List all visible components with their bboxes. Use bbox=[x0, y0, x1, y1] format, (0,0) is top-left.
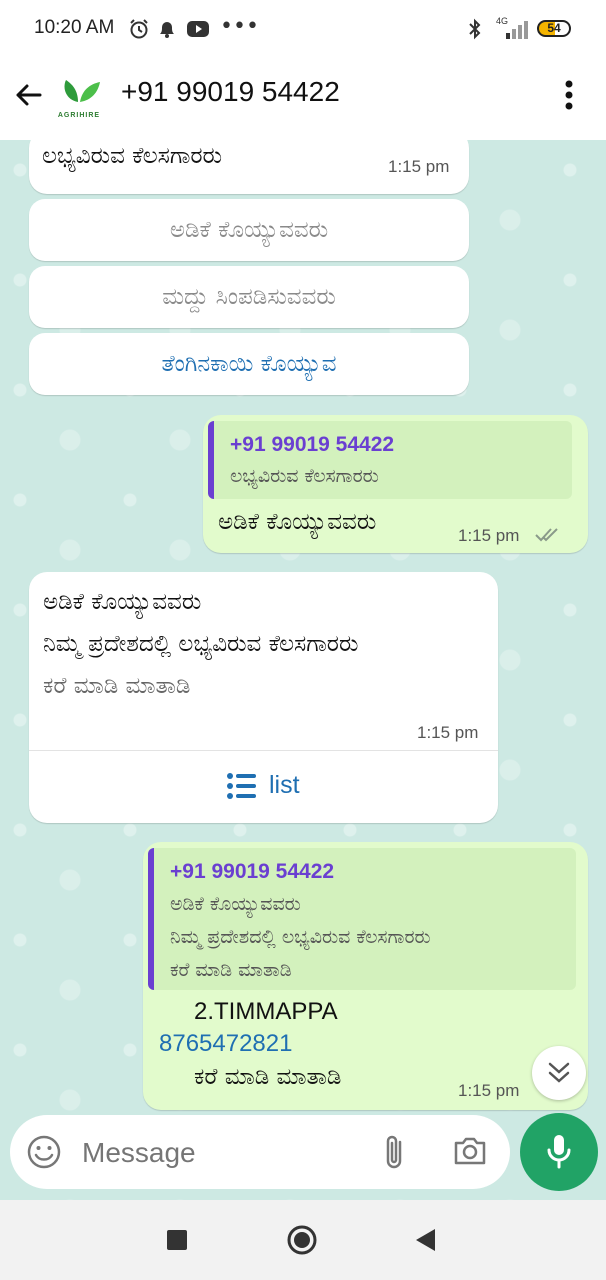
message-text: ಅಡಿಕೆ ಕೊಯ್ಯುವವರು bbox=[218, 509, 377, 535]
chat-header: AGRIHIRE +91 99019 54422 bbox=[0, 60, 606, 140]
message-time: 1:15 pm bbox=[458, 1081, 520, 1100]
notification-bell-icon bbox=[156, 18, 178, 44]
contact-name[interactable]: +91 99019 54422 bbox=[121, 76, 340, 108]
option-button-areca-pickers[interactable]: ಅಡಿಕೆ ಕೊಯ್ಯುವವರು bbox=[29, 199, 469, 261]
emoji-icon[interactable] bbox=[26, 1134, 62, 1174]
more-notifications-icon: ••• bbox=[220, 14, 259, 39]
more-options-icon[interactable] bbox=[556, 78, 582, 116]
quoted-line: ನಿಮ್ಮ ಪ್ರದೇಶದಲ್ಲಿ ಲಭ್ಯವಿರುವ ಕೆಲಸಗಾರರು bbox=[170, 926, 431, 948]
double-chevron-down-icon bbox=[547, 1060, 571, 1090]
quoted-message[interactable]: +91 99019 54422 ಅಡಿಕೆ ಕೊಯ್ಯುವವರು ನಿಮ್ಮ ಪ… bbox=[148, 848, 576, 990]
phone-number-link[interactable]: 8765472821 bbox=[159, 1030, 292, 1058]
message-time: 1:15 pm bbox=[458, 526, 520, 545]
list-label: list bbox=[269, 771, 300, 799]
incoming-message[interactable]: ಲಭ್ಯವಿರುವ ಕೆಲಸಗಾರರು 1:15 pm bbox=[29, 140, 469, 194]
home-icon[interactable] bbox=[286, 1224, 318, 1260]
list-button[interactable]: list bbox=[29, 751, 498, 823]
message-time: 1:15 pm bbox=[417, 723, 479, 742]
network-type: 4G bbox=[496, 16, 509, 26]
youtube-icon bbox=[186, 18, 210, 44]
list-icon bbox=[226, 772, 258, 804]
option-button-coconut-pickers[interactable]: ತೆಂಗಿನಕಾಯಿ ಕೊಯ್ಯುವ bbox=[29, 333, 469, 395]
quoted-sender: +91 99019 54422 bbox=[170, 860, 335, 883]
message-footer: ಕರೆ ಮಾಡಿ ಮಾತಾಡಿ bbox=[43, 673, 191, 699]
chat-area[interactable]: ಲಭ್ಯವಿರುವ ಕೆಲಸಗಾರರು 1:15 pm ಅಡಿಕೆ ಕೊಯ್ಯು… bbox=[0, 140, 606, 1200]
message-line: ನಿಮ್ಮ ಪ್ರದೇಶದಲ್ಲಿ ಲಭ್ಯವಿರುವ ಕೆಲಸಗಾರರು bbox=[43, 631, 359, 657]
status-bar: 10:20 AM ••• 4G 54 bbox=[0, 0, 606, 60]
quoted-line: ಅಡಿಕೆ ಕೊಯ್ಯುವವರು bbox=[170, 893, 301, 915]
message-time: 1:15 pm bbox=[388, 157, 450, 176]
attach-icon[interactable] bbox=[381, 1133, 407, 1175]
alarm-icon bbox=[128, 18, 150, 44]
incoming-message[interactable]: ಅಡಿಕೆ ಕೊಯ್ಯುವವರು ನಿಮ್ಮ ಪ್ರದೇಶದಲ್ಲಿ ಲಭ್ಯವ… bbox=[29, 572, 498, 823]
message-line: ಅಡಿಕೆ ಕೊಯ್ಯುವವರು bbox=[43, 589, 202, 615]
message-text: ಲಭ್ಯವಿರುವ ಕೆಲಸಗಾರರು bbox=[42, 143, 223, 169]
status-time: 10:20 AM bbox=[34, 17, 115, 38]
message-input[interactable] bbox=[80, 1129, 364, 1177]
camera-icon[interactable] bbox=[452, 1135, 488, 1171]
quoted-line: ಕರೆ ಮಾಡಿ ಮಾತಾಡಿ bbox=[170, 959, 292, 981]
microphone-icon bbox=[546, 1133, 572, 1175]
voice-message-button[interactable] bbox=[520, 1113, 598, 1191]
outgoing-message[interactable]: +91 99019 54422 ಅಡಿಕೆ ಕೊಯ್ಯುವವರು ನಿಮ್ಮ ಪ… bbox=[143, 842, 588, 1110]
message-composer[interactable] bbox=[10, 1115, 510, 1189]
logo-text: AGRIHIRE bbox=[57, 112, 101, 119]
back-arrow-icon[interactable] bbox=[12, 79, 44, 115]
leaf-logo-icon bbox=[64, 80, 100, 102]
quoted-sender: +91 99019 54422 bbox=[230, 433, 395, 456]
outgoing-message[interactable]: +91 99019 54422 ಲಭ್ಯವಿರುವ ಕೆಲಸಗಾರರು ಅಡಿಕ… bbox=[203, 415, 588, 553]
battery-indicator: 54 bbox=[537, 20, 571, 37]
system-nav-bar bbox=[0, 1200, 606, 1280]
quoted-message[interactable]: +91 99019 54422 ಲಭ್ಯವಿರುವ ಕೆಲಸಗಾರರು bbox=[208, 421, 572, 499]
back-icon[interactable] bbox=[414, 1228, 436, 1256]
option-button-pesticide-sprayers[interactable]: ಮದ್ದು ಸಿಂಪಡಿಸುವವರು bbox=[29, 266, 469, 328]
read-ticks-icon bbox=[535, 527, 561, 547]
quoted-text: ಲಭ್ಯವಿರುವ ಕೆಲಸಗಾರರು bbox=[230, 465, 379, 487]
contact-avatar[interactable]: AGRIHIRE bbox=[56, 74, 102, 124]
bluetooth-icon bbox=[467, 18, 483, 44]
recents-icon[interactable] bbox=[166, 1229, 188, 1255]
worker-name: 2.TIMMAPPA bbox=[194, 998, 338, 1025]
scroll-to-bottom-button[interactable] bbox=[532, 1046, 586, 1100]
message-text: ಕರೆ ಮಾಡಿ ಮಾತಾಡಿ bbox=[194, 1064, 342, 1090]
